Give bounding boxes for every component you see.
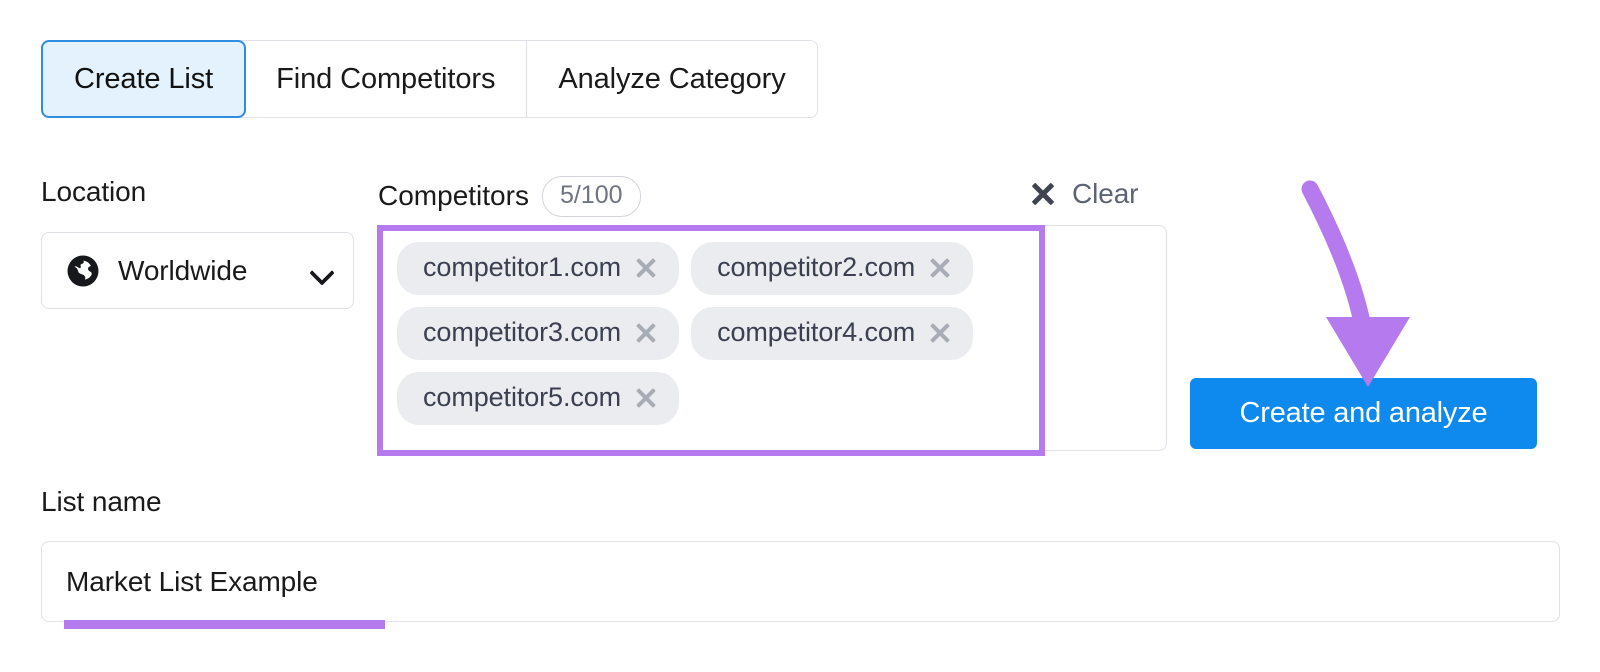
competitor-chip-label: competitor3.com — [423, 317, 622, 347]
competitor-chip[interactable]: competitor3.com — [397, 307, 680, 360]
competitor-chip[interactable]: competitor2.com — [691, 242, 974, 295]
close-icon — [1030, 181, 1056, 207]
location-selected-value: Worldwide — [118, 254, 248, 286]
create-and-analyze-button[interactable]: Create and analyze — [1190, 378, 1537, 449]
tab-find-competitors-label: Find Competitors — [276, 62, 496, 95]
competitors-header: Competitors 5/100 — [378, 176, 641, 217]
tab-analyze-category[interactable]: Analyze Category — [527, 41, 817, 117]
close-icon[interactable] — [635, 322, 657, 344]
chevron-down-icon — [311, 264, 333, 277]
list-name-label: List name — [41, 486, 162, 517]
list-name-input[interactable]: Market List Example — [41, 541, 1560, 622]
competitors-label: Competitors — [378, 180, 529, 212]
competitor-chip[interactable]: competitor5.com — [397, 372, 680, 425]
location-label: Location — [41, 176, 147, 207]
location-dropdown[interactable]: Worldwide — [41, 232, 354, 309]
competitor-chip-label: competitor5.com — [423, 382, 622, 412]
tab-find-competitors[interactable]: Find Competitors — [245, 41, 528, 117]
globe-icon — [66, 254, 100, 288]
tab-analyze-category-label: Analyze Category — [558, 62, 786, 95]
clear-competitors-button[interactable]: Clear — [1030, 178, 1139, 210]
close-icon[interactable] — [929, 257, 951, 279]
tab-create-list[interactable]: Create List — [41, 40, 247, 118]
competitor-chip-list: competitor1.com competitor2.com competit… — [397, 242, 1042, 425]
tab-create-list-label: Create List — [74, 62, 214, 95]
competitor-chip[interactable]: competitor4.com — [691, 307, 974, 360]
competitors-count-badge: 5/100 — [541, 176, 641, 217]
competitor-chip-label: competitor4.com — [717, 317, 916, 347]
close-icon[interactable] — [635, 387, 657, 409]
competitors-input[interactable]: competitor1.com competitor2.com competit… — [378, 225, 1167, 451]
view-tabs: Create List Find Competitors Analyze Cat… — [41, 40, 818, 118]
competitor-chip-label: competitor2.com — [717, 252, 916, 282]
create-and-analyze-label: Create and analyze — [1239, 397, 1488, 429]
competitor-chip[interactable]: competitor1.com — [397, 242, 680, 295]
annotation-arrow-icon — [1301, 180, 1410, 387]
list-name-value: Market List Example — [66, 565, 318, 597]
competitor-chip-label: competitor1.com — [423, 252, 622, 282]
close-icon[interactable] — [635, 257, 657, 279]
close-icon[interactable] — [929, 322, 951, 344]
clear-button-label: Clear — [1072, 178, 1139, 209]
